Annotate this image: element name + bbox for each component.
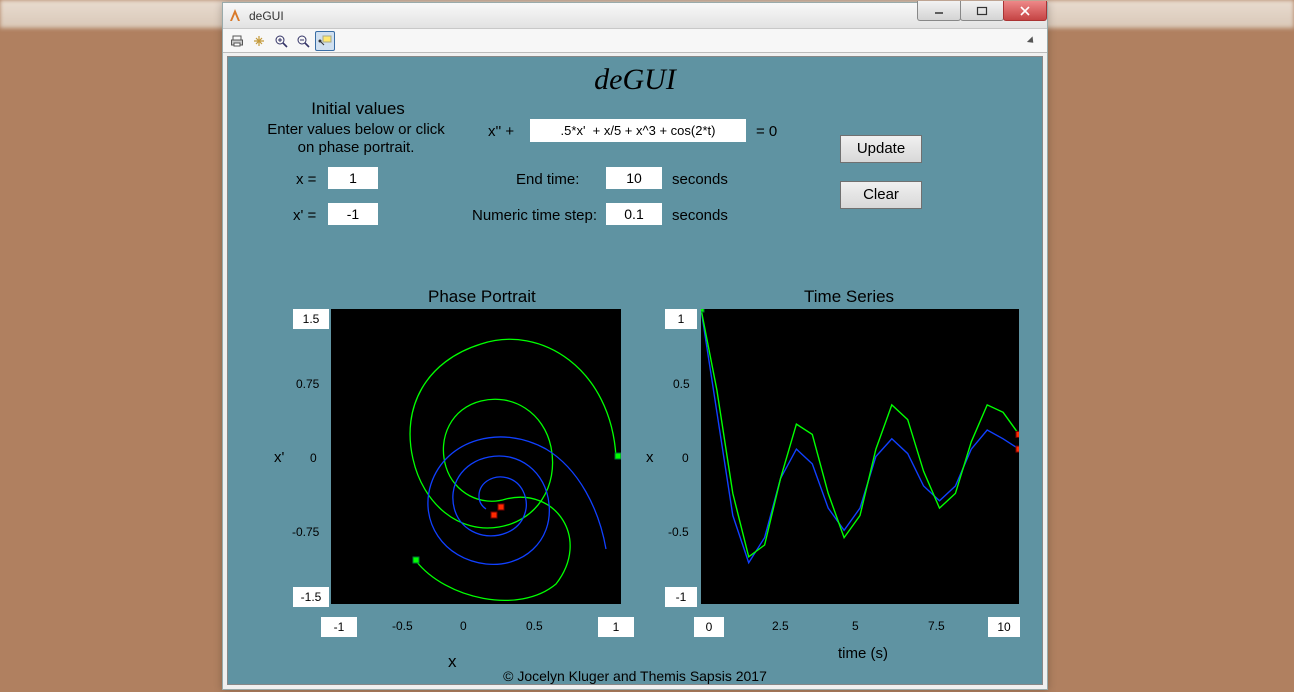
equation-prefix: x'' + [488,123,514,140]
pan-icon[interactable] [249,31,269,51]
initial-instruction-1: Enter values below or click [246,121,466,138]
time-step-input[interactable] [606,203,662,225]
end-time-units: seconds [672,171,728,188]
titlebar[interactable]: deGUI [223,3,1047,29]
x-input[interactable] [328,167,378,189]
end-time-label: End time: [516,171,579,188]
figure-canvas: deGUI Initial values Enter values below … [227,56,1043,685]
ts-title: Time Series [804,287,894,307]
phase-title: Phase Portrait [428,287,536,307]
zoom-out-icon[interactable] [293,31,313,51]
equation-input[interactable] [530,119,746,142]
phase-plot[interactable] [331,309,621,604]
xprime-input[interactable] [328,203,378,225]
matlab-icon [227,8,243,24]
phase-ytick: 0.75 [296,377,319,391]
ts-ylabel: x [646,449,654,466]
time-step-units: seconds [672,207,728,224]
ts-ytick: 0.5 [673,377,690,391]
ts-xtick: 5 [852,619,859,633]
zoom-in-icon[interactable] [271,31,291,51]
phase-xtick-right[interactable] [598,617,634,637]
window-title: deGUI [249,9,284,23]
minimize-button[interactable] [917,1,961,21]
footer-credit: © Jocelyn Kluger and Themis Sapsis 2017 [228,668,1042,684]
ts-plot[interactable] [701,309,1019,604]
phase-ytick-bottom[interactable] [293,587,329,607]
toolbar-menu-arrow-icon[interactable] [1023,31,1043,51]
x-label: x = [296,171,316,188]
ts-ytick-top[interactable] [665,309,697,329]
phase-xtick: -0.5 [392,619,413,633]
phase-ytick-top[interactable] [293,309,329,329]
print-icon[interactable] [227,31,247,51]
clear-button[interactable]: Clear [840,181,922,209]
app-title: deGUI [228,63,1042,97]
app-window: deGUI [222,2,1048,690]
end-time-input[interactable] [606,167,662,189]
maximize-button[interactable] [960,1,1004,21]
phase-xtick: 0.5 [526,619,543,633]
ts-xlabel: time (s) [838,645,888,662]
phase-xtick: 0 [460,619,467,633]
xprime-label: x' = [293,207,316,224]
phase-xtick-left[interactable] [321,617,357,637]
ts-xtick-left[interactable] [694,617,724,637]
initial-values-heading: Initial values [268,99,448,119]
update-button[interactable]: Update [840,135,922,163]
phase-ylabel: x' [274,449,284,466]
phase-ytick: -0.75 [292,525,319,539]
ts-ytick: -0.5 [668,525,689,539]
ts-ytick: 0 [682,451,689,465]
equation-suffix: = 0 [756,123,777,140]
ts-xtick: 2.5 [772,619,789,633]
ts-ytick-bottom[interactable] [665,587,697,607]
figure-toolbar [223,29,1047,53]
time-step-label: Numeric time step: [472,207,597,224]
close-button[interactable] [1003,1,1047,21]
data-cursor-icon[interactable] [315,31,335,51]
ts-xtick: 7.5 [928,619,945,633]
initial-instruction-2: on phase portrait. [246,139,466,156]
ts-xtick-right[interactable] [988,617,1020,637]
phase-ytick: 0 [310,451,317,465]
